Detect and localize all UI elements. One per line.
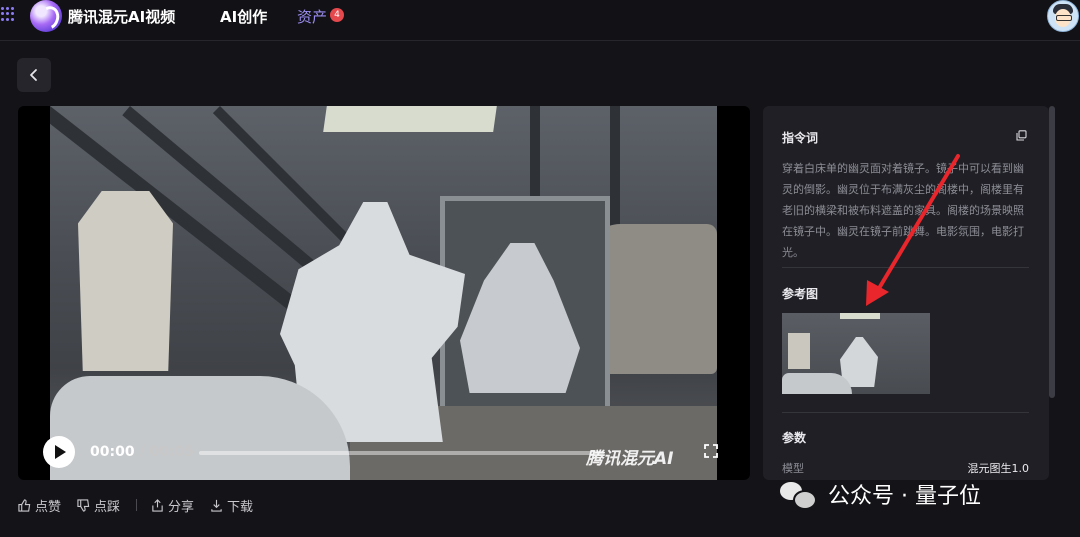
video-watermark: 腾讯混元AI	[586, 449, 674, 469]
share-label: 分享	[168, 499, 195, 515]
wechat-icon	[780, 480, 817, 510]
share-icon	[152, 498, 163, 512]
brand-name[interactable]: 腾讯混元AI视频	[68, 6, 175, 27]
info-panel: 指令词 穿着白床单的幽灵面对着镜子。镜子中可以看到幽灵的倒影。幽灵位于布满灰尘的…	[763, 106, 1049, 480]
nav-ai-create[interactable]: AI创作	[220, 6, 267, 27]
duration: 00:05	[149, 444, 195, 460]
video-frame	[50, 106, 717, 480]
download-label: 下载	[227, 499, 254, 515]
reference-title: 参考图	[782, 287, 819, 301]
like-label: 点赞	[35, 499, 62, 515]
nav-assets[interactable]: 资产	[297, 6, 327, 27]
back-button[interactable]	[17, 58, 51, 92]
apps-grid-icon[interactable]	[1, 7, 15, 21]
fullscreen-icon[interactable]	[704, 444, 718, 458]
panel-scrollbar[interactable]	[1049, 106, 1055, 398]
prompt-text: 穿着白床单的幽灵面对着镜子。镜子中可以看到幽灵的倒影。幽灵位于布满灰尘的阁楼中，…	[782, 162, 1024, 259]
current-time: 00:00	[90, 444, 135, 460]
time-display: 00:00 / 00:05	[90, 444, 194, 460]
share-button[interactable]: 分享	[151, 496, 194, 515]
wechat-watermark: 公众号 · 量子位	[780, 478, 981, 510]
progress-bar[interactable]	[199, 451, 604, 455]
download-button[interactable]: 下载	[210, 496, 253, 515]
section-divider	[782, 412, 1029, 413]
param-model-label: 模型	[782, 462, 804, 475]
top-bar: 腾讯混元AI视频 AI创作 资产 4	[0, 0, 1080, 41]
thumbs-up-icon	[18, 498, 31, 512]
section-divider	[782, 267, 1029, 268]
action-divider	[136, 499, 138, 511]
video-player[interactable]: 00:00 / 00:05 腾讯混元AI	[18, 106, 750, 480]
assets-count-badge: 4	[330, 8, 344, 22]
thumbs-down-icon	[77, 498, 90, 512]
copy-icon[interactable]	[1016, 130, 1027, 141]
param-model-row: 模型 混元图生1.0	[782, 460, 1029, 476]
play-icon[interactable]	[43, 436, 75, 468]
like-button[interactable]: 点赞	[18, 496, 61, 515]
wechat-account-text: 公众号 · 量子位	[828, 484, 981, 509]
dislike-button[interactable]: 点踩	[77, 496, 120, 515]
brand-logo[interactable]	[30, 0, 62, 32]
avatar[interactable]	[1047, 0, 1079, 32]
dislike-label: 点踩	[94, 499, 121, 515]
action-bar: 点赞 点踩 分享 下载	[18, 496, 269, 515]
param-model-value: 混元图生1.0	[967, 462, 1030, 475]
reference-image[interactable]	[782, 313, 930, 394]
download-icon	[211, 499, 222, 512]
time-separator: /	[139, 444, 145, 460]
prompt-title: 指令词	[782, 131, 819, 145]
back-chevron-icon	[30, 69, 37, 81]
params-title: 参数	[782, 431, 807, 445]
